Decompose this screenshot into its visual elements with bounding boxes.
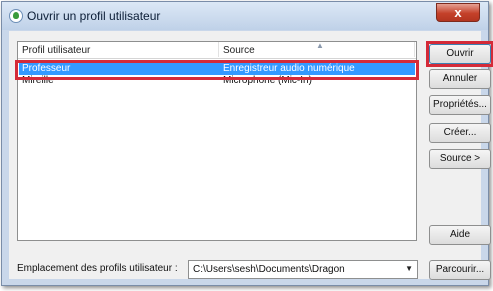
profile-source: Microphone (Mic-In) [223, 75, 312, 86]
dialog-body: Profil utilisateur ▲ Source Professeur E… [9, 31, 493, 280]
column-header-profile[interactable]: Profil utilisateur [22, 45, 90, 56]
profile-row-mireille[interactable]: Mireille Microphone (Mic-In) [19, 75, 415, 87]
profile-row-professeur[interactable]: Professeur Enregistreur audio numérique [19, 63, 415, 75]
browse-button[interactable]: Parcourir... [429, 260, 491, 280]
profile-source: Enregistreur audio numérique [223, 63, 355, 74]
column-header-source[interactable]: Source [223, 45, 255, 56]
sort-ascending-icon: ▲ [316, 41, 324, 50]
profile-list[interactable]: Profil utilisateur ▲ Source Professeur E… [17, 41, 417, 241]
open-button[interactable]: Ouvrir [429, 44, 491, 64]
profile-name: Mireille [22, 75, 54, 86]
window-title: Ouvrir un profil utilisateur [27, 9, 161, 23]
dragon-app-icon [9, 9, 23, 23]
close-button[interactable]: x [436, 3, 480, 22]
source-button[interactable]: Source > [429, 149, 491, 169]
properties-button[interactable]: Propriétés... [429, 95, 491, 115]
help-button[interactable]: Aide [429, 225, 491, 245]
profile-location-combo[interactable]: C:\Users\sesh\Documents\Dragon ▼ [188, 260, 418, 279]
profile-location-label: Emplacement des profils utilisateur : [17, 263, 178, 274]
dialog-window: Ouvrir un profil utilisateur x Profil ut… [1, 1, 493, 286]
list-header: Profil utilisateur ▲ Source [18, 41, 416, 59]
profile-name: Professeur [22, 63, 71, 74]
create-button[interactable]: Créer... [429, 123, 491, 143]
column-divider[interactable] [218, 42, 219, 57]
chevron-down-icon[interactable]: ▼ [405, 264, 413, 273]
profile-location-value: C:\Users\sesh\Documents\Dragon [193, 264, 345, 275]
cancel-button[interactable]: Annuler [429, 69, 491, 89]
title-bar[interactable]: Ouvrir un profil utilisateur x [2, 2, 488, 30]
column-divider [414, 42, 415, 57]
